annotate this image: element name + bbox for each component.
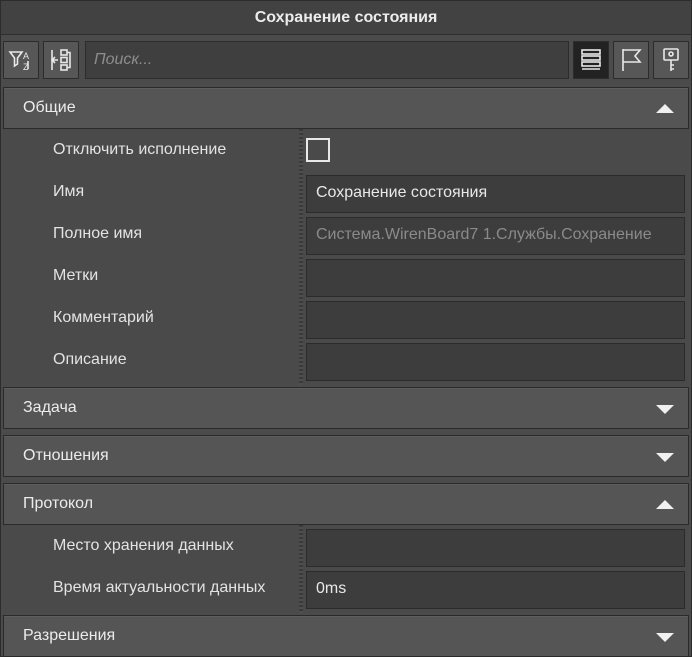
section-general-header[interactable]: Общие [3,87,689,129]
toolbar: A Z [1,39,691,81]
list-view-icon [581,49,601,70]
collapse-arrow-icon[interactable] [656,500,674,509]
disable-checkbox[interactable] [306,138,330,162]
property-row-name: Имя Сохранение состояния [3,171,689,213]
property-row-description: Описание [3,339,689,381]
key-icon [663,48,679,71]
expand-arrow-icon[interactable] [656,405,674,414]
section-general-body: Отключить исполнение Имя Сохранение сост… [3,129,689,385]
description-field[interactable] [306,343,685,381]
window-title: Сохранение состояния [1,1,691,35]
ttl-field[interactable]: 0ms [306,571,685,609]
properties-panel: Сохранение состояния A Z Поиск... Общие … [0,0,692,657]
section-task-header[interactable]: Задача [3,387,689,429]
expand-tree-button[interactable] [43,41,79,79]
section-relations-header[interactable]: Отношения [3,435,689,477]
name-field[interactable]: Сохранение состояния [306,175,685,213]
svg-text:A: A [23,51,29,61]
storage-field[interactable] [306,529,685,567]
section-protocol-title: Протокол [23,495,94,512]
section-permissions-title: Разрешения [23,627,116,644]
flag-button[interactable] [613,41,649,79]
list-view-button[interactable] [573,41,609,79]
section-task-title: Задача [23,399,77,416]
tags-field[interactable] [306,259,685,297]
property-label: Время актуальности данных [53,579,266,596]
search-input[interactable] [85,41,569,79]
property-row-ttl: Время актуальности данных 0ms [3,567,689,609]
comment-field[interactable] [306,301,685,339]
section-general-title: Общие [23,99,76,116]
property-row-fullname: Полное имя Система.WirenBoard7 1.Службы.… [3,213,689,255]
property-label: Комментарий [53,309,154,326]
expand-arrow-icon[interactable] [656,453,674,462]
property-label: Метки [53,267,99,284]
property-row-comment: Комментарий [3,297,689,339]
sort-filter-icon: A Z [8,51,29,72]
fullname-field: Система.WirenBoard7 1.Службы.Сохранение [306,217,685,255]
collapse-arrow-icon[interactable] [656,104,674,113]
property-label: Место хранения данных [53,537,234,554]
section-protocol-body: Место хранения данных Время актуальности… [3,525,689,613]
property-label: Полное имя [53,225,143,242]
section-relations-title: Отношения [23,447,109,464]
section-permissions-header[interactable]: Разрешения [3,615,689,657]
flag-icon [622,49,642,71]
property-label: Отключить исполнение [53,141,227,158]
property-row-disable: Отключить исполнение [3,129,689,171]
section-protocol-header[interactable]: Протокол [3,483,689,525]
expand-arrow-icon[interactable] [656,633,674,642]
property-row-storage: Место хранения данных [3,525,689,567]
sort-filter-button[interactable]: A Z [3,41,39,79]
expand-tree-icon [50,49,71,71]
property-label: Имя [53,183,85,200]
property-row-tags: Метки [3,255,689,297]
key-button[interactable] [653,41,689,79]
property-label: Описание [53,351,127,368]
